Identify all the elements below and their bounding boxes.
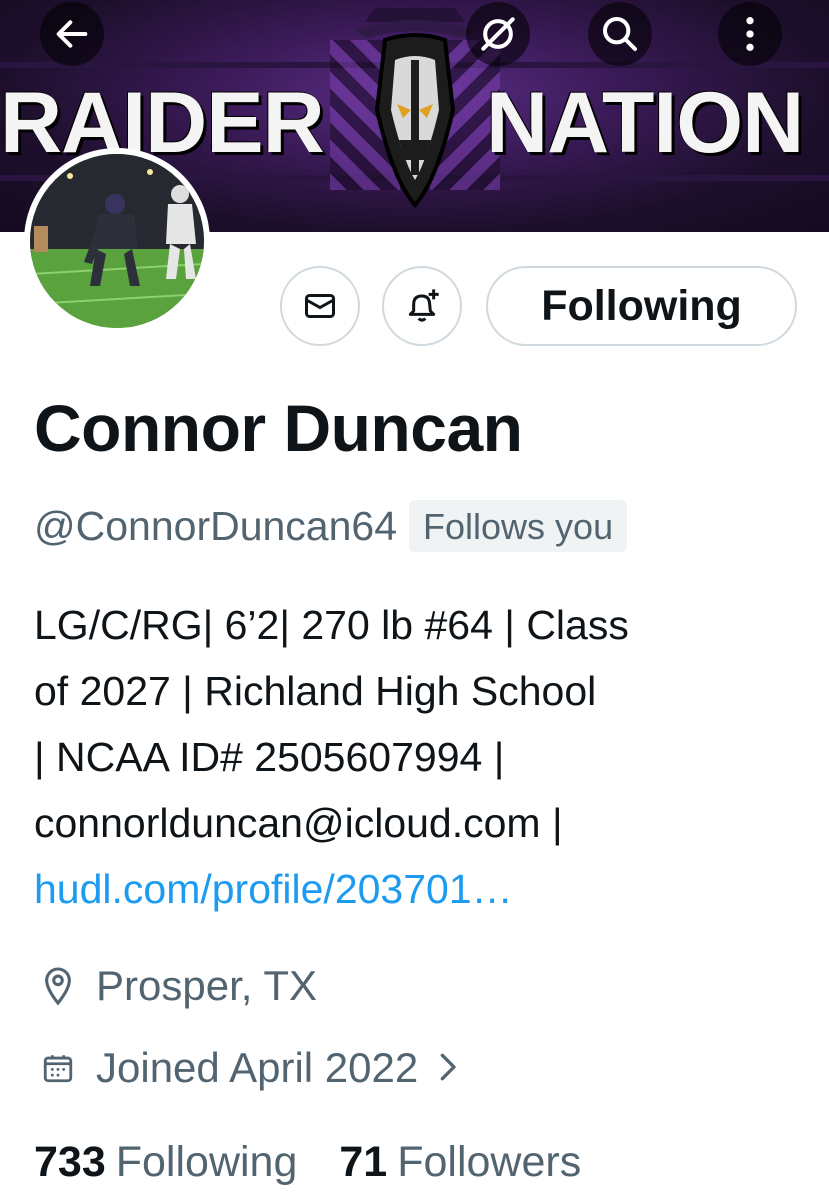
- profile-handle: @ConnorDuncan64: [34, 502, 398, 549]
- chevron-right-icon: [438, 1044, 460, 1092]
- following-label: Following: [115, 1138, 298, 1186]
- following-stat[interactable]: 733 Following: [34, 1138, 297, 1187]
- hide-button[interactable]: [466, 2, 530, 66]
- search-icon: [603, 17, 637, 51]
- follows-you-badge: Follows you: [409, 500, 628, 552]
- followers-count: 71: [339, 1138, 388, 1186]
- bio-line: | NCAA ID# 2505607994 |: [34, 734, 505, 780]
- notifications-button[interactable]: [382, 266, 462, 346]
- follow-stats: 733 Following 71 Followers: [34, 1138, 581, 1187]
- joined-row[interactable]: Joined April 2022: [34, 1044, 460, 1092]
- location-row: Prosper, TX: [34, 962, 317, 1010]
- more-vertical-icon: [746, 17, 754, 51]
- bio-link[interactable]: hudl.com/profile/203701…: [34, 856, 814, 922]
- bio-line: connorlduncan@icloud.com |: [34, 800, 563, 846]
- location-pin-icon: [34, 962, 82, 1010]
- handle-row: @ConnorDuncan64 Follows you: [34, 500, 628, 552]
- banner-word-left: RAIDER: [0, 75, 325, 171]
- bio-line: of 2027 | Richland High School: [34, 668, 597, 714]
- bio-line: LG/C/RG| 6’2| 270 lb #64 | Class: [34, 602, 629, 648]
- eye-slash-icon: [481, 17, 515, 51]
- joined-text: Joined April 2022: [96, 1044, 419, 1091]
- arrow-left-icon: [56, 20, 88, 48]
- following-count: 733: [34, 1138, 106, 1186]
- calendar-icon: [34, 1044, 82, 1092]
- profile-bio: LG/C/RG| 6’2| 270 lb #64 | Class of 2027…: [34, 592, 814, 922]
- mail-icon: [305, 294, 335, 318]
- football-player-photo: [30, 154, 204, 328]
- more-options-button[interactable]: [718, 2, 782, 66]
- bell-plus-icon: [408, 289, 439, 322]
- followers-label: Followers: [397, 1138, 582, 1186]
- location-text: Prosper, TX: [96, 962, 317, 1009]
- avatar[interactable]: [24, 148, 210, 334]
- followers-stat[interactable]: 71 Followers: [339, 1138, 581, 1187]
- message-button[interactable]: [280, 266, 360, 346]
- following-button[interactable]: Following: [486, 266, 797, 346]
- raider-mascot-logo: [355, 8, 475, 209]
- back-button[interactable]: [40, 2, 104, 66]
- avatar-photo: [30, 154, 204, 328]
- banner-word-right: NATION: [486, 75, 804, 171]
- profile-name: Connor Duncan: [34, 391, 523, 465]
- search-button[interactable]: [588, 2, 652, 66]
